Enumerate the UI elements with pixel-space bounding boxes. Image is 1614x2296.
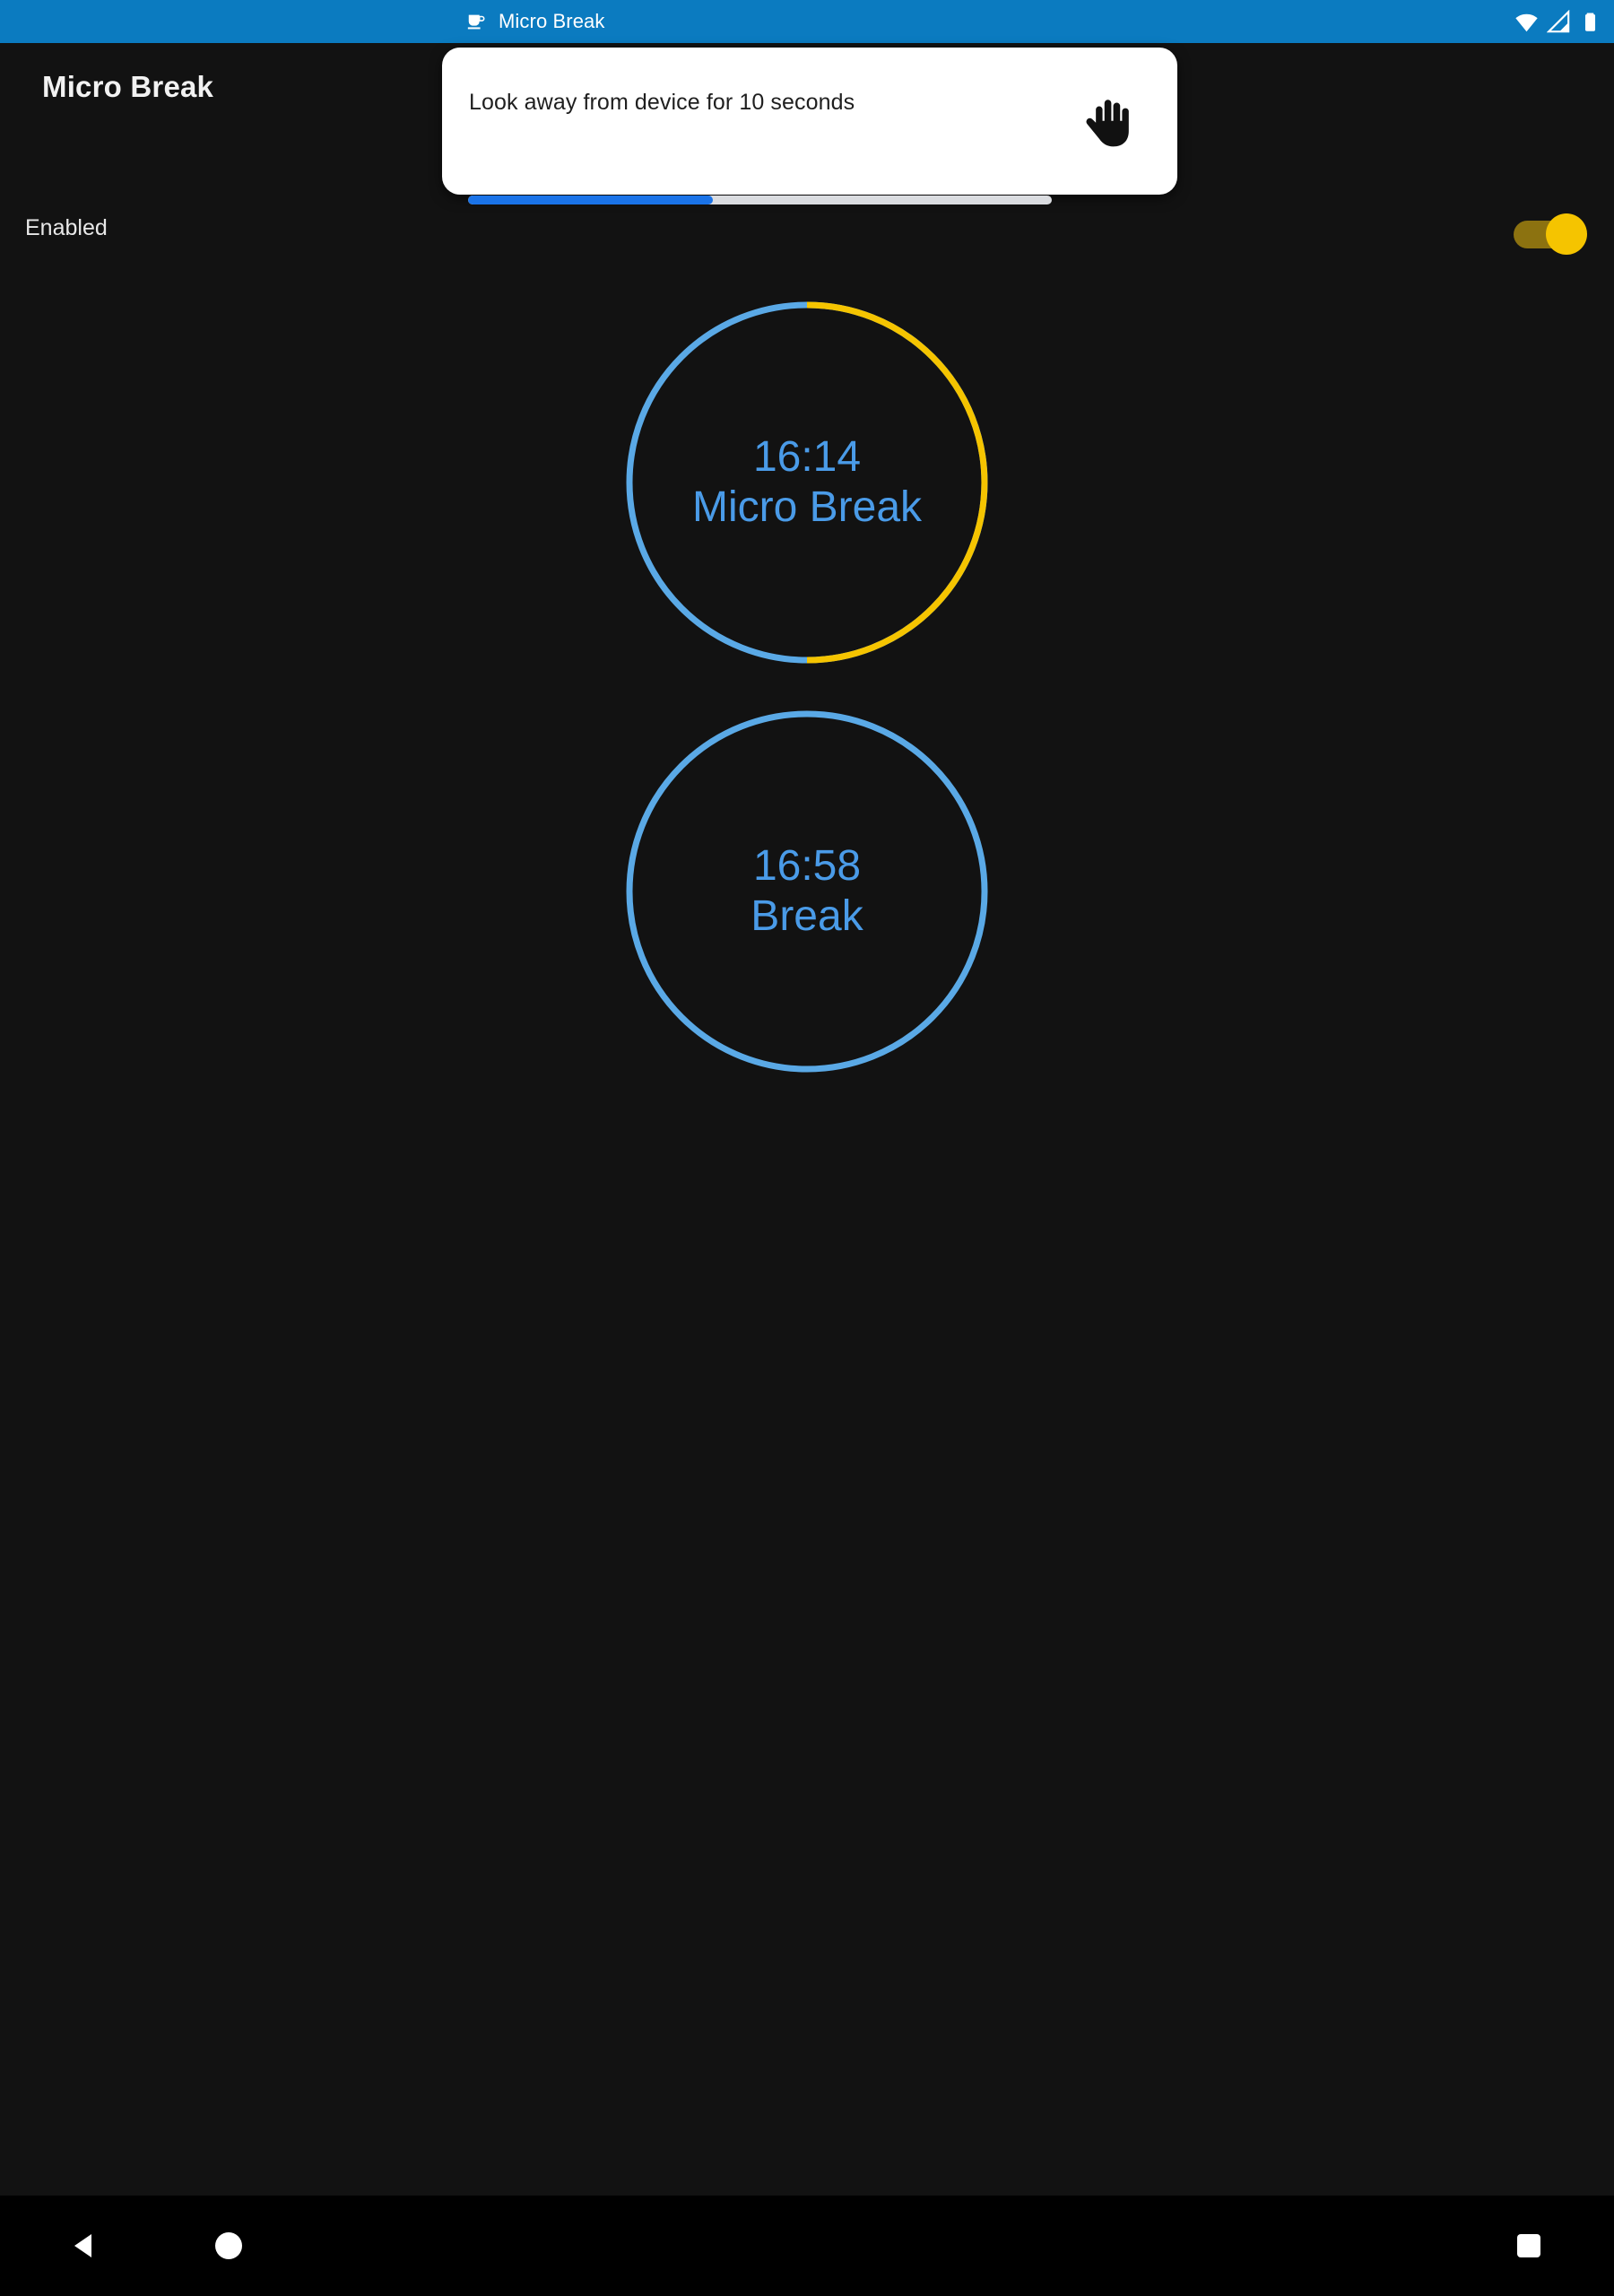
back-button[interactable] (36, 2196, 134, 2296)
status-bar-system-icons (1514, 9, 1601, 34)
recents-square-icon (1511, 2228, 1547, 2264)
battery-icon (1579, 11, 1601, 33)
enabled-setting-row[interactable]: Enabled (0, 202, 1614, 266)
raised-hand-icon (1077, 87, 1143, 153)
timer-circle-break[interactable]: 16:58 Break (623, 708, 991, 1075)
enabled-label: Enabled (25, 215, 108, 240)
home-circle-icon (211, 2228, 247, 2264)
status-bar: Micro Break (0, 0, 1614, 43)
enabled-toggle-switch[interactable] (1508, 211, 1591, 257)
timer-circle-micro-break[interactable]: 16:14 Micro Break (623, 299, 991, 666)
android-navigation-bar (0, 2196, 1614, 2296)
heads-up-notification-card[interactable]: Look away from device for 10 seconds (442, 48, 1177, 204)
page-title: Micro Break (42, 70, 214, 103)
toggle-thumb (1546, 213, 1587, 255)
app-screen: Micro Break Micro Break Look away from d… (0, 0, 1614, 2296)
wifi-icon (1514, 10, 1539, 34)
back-triangle-icon (67, 2228, 103, 2264)
recents-button[interactable] (1480, 2196, 1578, 2296)
notification-message: Look away from device for 10 seconds (469, 90, 855, 115)
coffee-cup-icon (466, 12, 486, 31)
cellular-signal-icon (1547, 9, 1571, 34)
home-button[interactable] (179, 2196, 278, 2296)
status-bar-notification-group: Micro Break (466, 10, 604, 33)
status-bar-notification-label: Micro Break (499, 10, 605, 32)
